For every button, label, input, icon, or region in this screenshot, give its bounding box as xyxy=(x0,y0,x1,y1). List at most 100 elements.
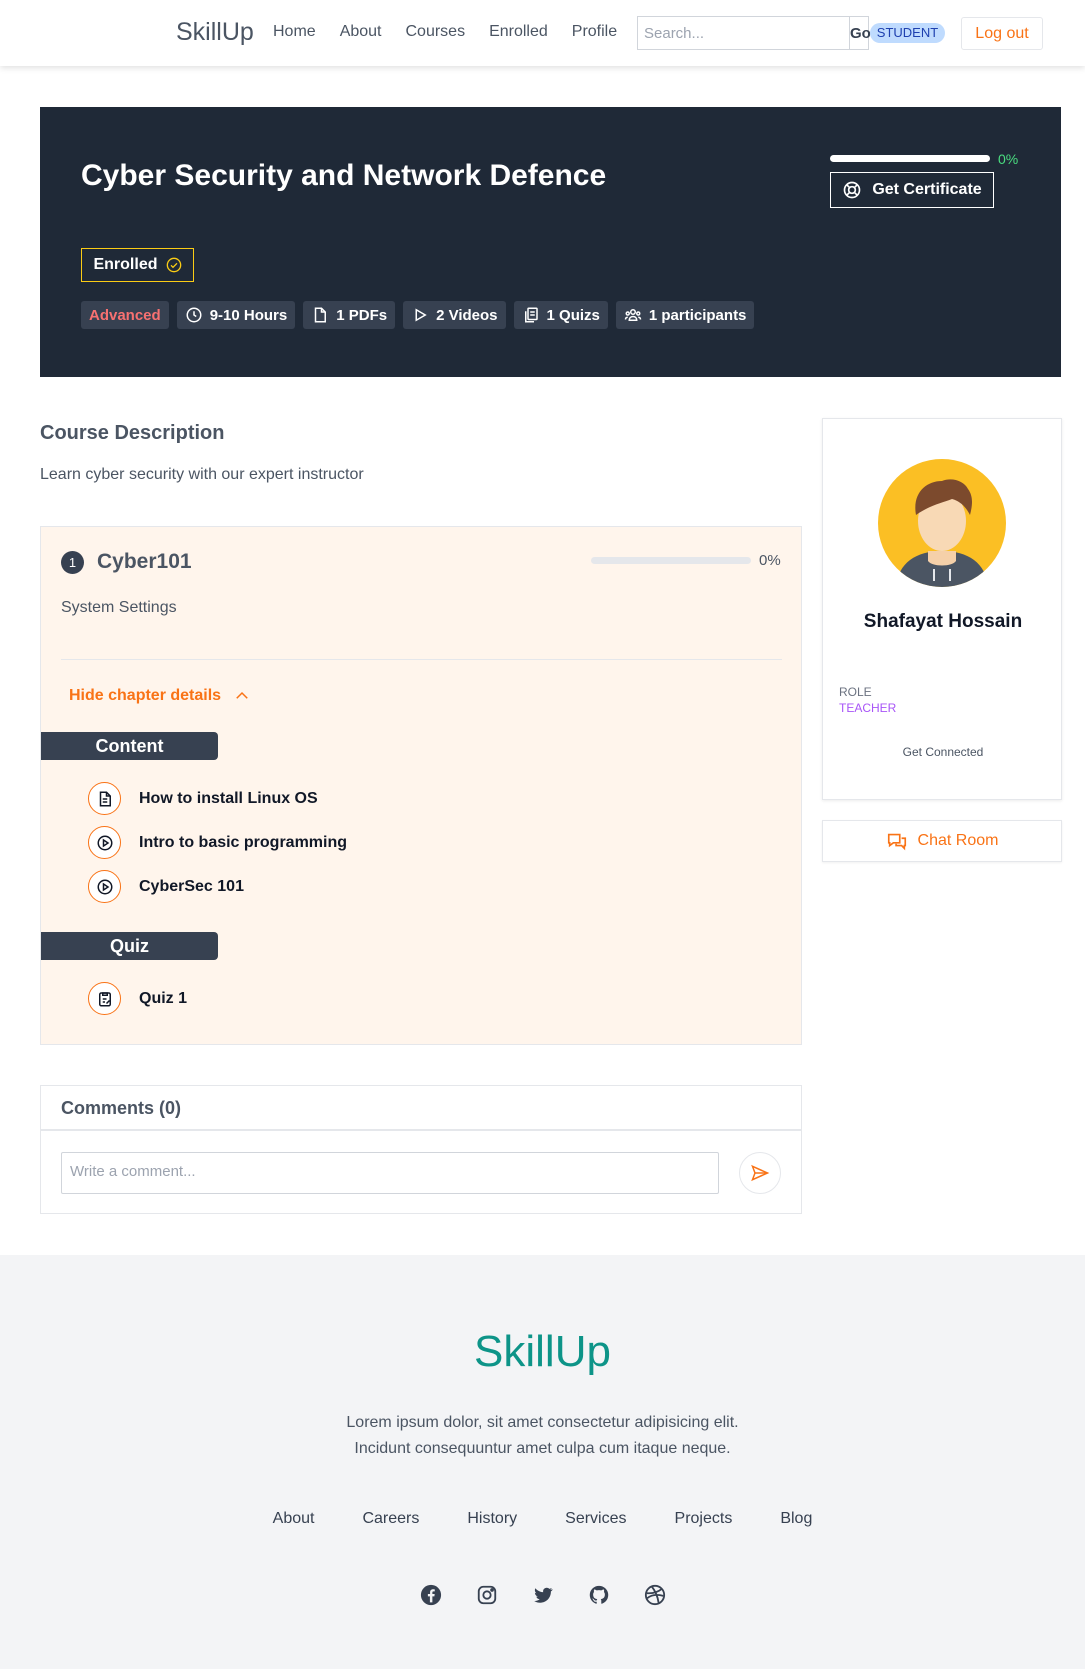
quizzes-label: 1 Quizs xyxy=(546,306,600,324)
teacher-name: Shafayat Hossain xyxy=(863,611,1023,632)
footer-text-line: Lorem ipsum dolor, sit amet consectetur … xyxy=(346,1414,739,1431)
content-item[interactable]: How to install Linux OS xyxy=(88,782,318,815)
course-progress-percent: 0% xyxy=(998,151,1019,167)
content-item[interactable]: CyberSec 101 xyxy=(88,870,244,903)
check-circle-icon xyxy=(166,257,181,273)
chapter-title: Cyber101 xyxy=(97,550,192,573)
play-icon xyxy=(97,879,112,894)
chat-room-label: Chat Room xyxy=(917,832,999,849)
content-item-label: Intro to basic programming xyxy=(139,833,348,851)
pdfs-label: 1 PDFs xyxy=(336,306,388,324)
users-icon xyxy=(624,309,642,321)
hours-label: 9-10 Hours xyxy=(209,306,288,324)
footer-text-line: Incidunt consequuntur amet culpa cum ita… xyxy=(354,1440,731,1457)
videos-label: 2 Videos xyxy=(436,306,498,324)
quiz-item[interactable]: Quiz 1 xyxy=(88,982,187,1015)
chat-bubbles-icon xyxy=(887,833,906,851)
send-icon xyxy=(751,1164,770,1182)
nav-link-home[interactable]: Home xyxy=(273,23,316,41)
content-section-heading: Content xyxy=(41,732,218,760)
footer-links: About Careers History Services Projects … xyxy=(0,1510,1085,1528)
pdfs-chip: 1 PDFs xyxy=(303,301,396,329)
footer-link-projects[interactable]: Projects xyxy=(675,1510,733,1528)
nav-link-about[interactable]: About xyxy=(340,23,382,41)
document-icon xyxy=(99,791,111,806)
chat-room-button[interactable]: Chat Room xyxy=(822,820,1062,862)
clipboard-icon xyxy=(524,307,538,323)
chevron-up-icon xyxy=(236,691,248,699)
videos-chip: 2 Videos xyxy=(403,301,506,329)
chapter-card: 1 Cyber101 0% System Settings Hide chapt… xyxy=(40,526,802,1045)
certificate-label: Get Certificate xyxy=(872,181,982,198)
chapter-progress-bar xyxy=(591,557,751,564)
quizzes-chip: 1 Quizs xyxy=(513,301,608,329)
footer-link-services[interactable]: Services xyxy=(565,1510,626,1528)
enrolled-label: Enrolled xyxy=(93,256,158,273)
toggle-label: Hide chapter details xyxy=(69,687,222,704)
get-certificate-button[interactable]: Get Certificate xyxy=(830,172,994,208)
brand-logo[interactable]: SkillUp xyxy=(176,18,254,47)
search-go-button[interactable]: Go xyxy=(849,17,871,49)
get-connected-link[interactable]: Get Connected xyxy=(823,745,1063,759)
teacher-card: Shafayat Hossain ROLE TEACHER Get Connec… xyxy=(822,418,1062,800)
dribbble-icon[interactable] xyxy=(643,1583,667,1607)
twitter-icon[interactable] xyxy=(531,1583,555,1607)
chapter-divider xyxy=(61,659,782,660)
clipboard-edit-icon xyxy=(98,991,111,1006)
comments-heading: Comments (0) xyxy=(41,1086,801,1131)
nav-links: Home About Courses Enrolled Profile xyxy=(273,23,617,41)
item-icon-wrap xyxy=(88,870,121,903)
participants-chip: 1 participants xyxy=(615,301,755,329)
logout-button[interactable]: Log out xyxy=(961,17,1043,50)
footer-link-careers[interactable]: Careers xyxy=(362,1510,419,1528)
footer-link-blog[interactable]: Blog xyxy=(780,1510,812,1528)
quiz-item-label: Quiz 1 xyxy=(139,989,188,1007)
play-icon xyxy=(97,835,112,850)
comments-card: Comments (0) xyxy=(40,1085,802,1214)
course-hero: Cyber Security and Network Defence Enrol… xyxy=(40,107,1061,377)
facebook-icon[interactable] xyxy=(419,1583,443,1607)
enrolled-badge: Enrolled xyxy=(81,248,194,282)
footer-link-history[interactable]: History xyxy=(467,1510,517,1528)
course-meta-chips: Advanced 9-10 Hours 1 PDFs 2 Videos 1 Qu… xyxy=(81,301,755,329)
instagram-icon[interactable] xyxy=(475,1583,499,1607)
chapter-number: 1 xyxy=(61,551,84,574)
description-text: Learn cyber security with our expert ins… xyxy=(40,466,364,483)
participants-label: 1 participants xyxy=(648,306,747,324)
lifebuoy-icon xyxy=(843,181,861,199)
level-chip: Advanced xyxy=(81,301,169,329)
role-value: TEACHER xyxy=(839,701,897,715)
item-icon-wrap xyxy=(88,982,121,1015)
hours-chip: 9-10 Hours xyxy=(176,301,296,329)
clock-icon xyxy=(186,307,202,323)
send-comment-button[interactable] xyxy=(739,1152,781,1194)
role-label: ROLE xyxy=(839,685,872,699)
level-label: Advanced xyxy=(89,306,161,324)
content-item-label: CyberSec 101 xyxy=(139,877,244,895)
item-icon-wrap xyxy=(88,826,121,859)
social-links xyxy=(0,1583,1085,1607)
play-icon xyxy=(415,308,427,322)
content-item-label: How to install Linux OS xyxy=(139,789,318,807)
content-item[interactable]: Intro to basic programming xyxy=(88,826,347,859)
quiz-section-heading: Quiz xyxy=(41,932,218,960)
course-progress-bar xyxy=(830,155,990,162)
comment-input[interactable] xyxy=(61,1152,719,1194)
footer-description: Lorem ipsum dolor, sit amet consectetur … xyxy=(0,1410,1085,1462)
item-icon-wrap xyxy=(88,782,121,815)
chapter-progress-percent: 0% xyxy=(759,552,781,569)
footer-link-about[interactable]: About xyxy=(273,1510,315,1528)
file-icon xyxy=(314,307,327,323)
footer-brand[interactable]: SkillUp xyxy=(0,1327,1085,1377)
top-navbar: SkillUp Home About Courses Enrolled Prof… xyxy=(0,0,1085,66)
nav-link-courses[interactable]: Courses xyxy=(406,23,466,41)
nav-link-profile[interactable]: Profile xyxy=(572,23,617,41)
github-icon[interactable] xyxy=(587,1583,611,1607)
search-box: Go xyxy=(637,16,871,50)
course-title: Cyber Security and Network Defence xyxy=(81,159,607,192)
role-badge: STUDENT xyxy=(870,23,945,43)
footer: SkillUp Lorem ipsum dolor, sit amet cons… xyxy=(0,1255,1085,1669)
nav-link-enrolled[interactable]: Enrolled xyxy=(489,23,548,41)
hide-chapter-details-toggle[interactable]: Hide chapter details xyxy=(69,687,251,705)
search-input[interactable] xyxy=(638,17,849,49)
